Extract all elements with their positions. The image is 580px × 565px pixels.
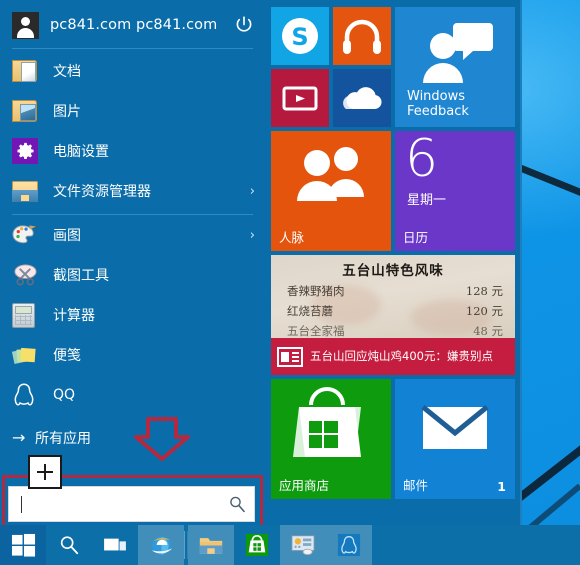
menu-item-snipping-tool[interactable]: 截图工具 [0, 255, 265, 295]
start-menu-items-list: 文档 图片 电脑设置 文件资源管理器 › 画图 › 截图工具 计算器 便笺 QQ [0, 51, 265, 415]
search-magnifier-icon [60, 536, 79, 555]
news-headline-bar: 五台山回应炖山鸡400元：嫌贵别点 [271, 338, 515, 375]
tile-skype[interactable]: S [271, 7, 329, 65]
menu-item-file-explorer[interactable]: 文件资源管理器 › [0, 171, 265, 211]
search-input[interactable] [8, 486, 255, 522]
documents-folder-icon [12, 57, 40, 85]
power-icon[interactable] [233, 14, 255, 36]
taskbar-qq-button[interactable] [326, 525, 372, 565]
menu-item-pc-settings[interactable]: 电脑设置 [0, 131, 265, 171]
task-view-icon [104, 538, 126, 551]
taskbar-internet-explorer-button[interactable] [138, 525, 184, 565]
paint-palette-icon [12, 221, 40, 249]
user-avatar-icon[interactable] [12, 11, 39, 39]
taskbar-control-panel-button[interactable] [280, 525, 326, 565]
calendar-day-number: 6 [405, 131, 439, 189]
settings-gear-icon [12, 137, 40, 165]
chevron-right-icon: › [249, 227, 255, 243]
menu-item-label: 图片 [53, 104, 81, 120]
sticky-notes-icon [11, 341, 40, 369]
news-headline-text: 五台山回应炖山鸡400元：嫌贵别点 [310, 349, 493, 364]
tile-label: 应用商店 [279, 478, 330, 493]
menu-item-documents[interactable]: 文档 [0, 51, 265, 91]
internet-explorer-icon [151, 535, 172, 555]
skype-icon: S [282, 18, 318, 54]
menu-item-label: 文件资源管理器 [53, 184, 151, 200]
user-name-label: pc841.com pc841.com [50, 17, 218, 33]
tile-music[interactable] [333, 7, 391, 65]
menu-item-label: QQ [53, 387, 76, 403]
tile-mail[interactable]: 邮件 1 [395, 379, 515, 499]
start-menu-left-pane: pc841.com pc841.com 文档 图片 电脑设置 文件资源管理器 ›… [0, 0, 265, 534]
video-play-icon [282, 86, 318, 111]
news-menu-row: 红烧苔蘑 120 元 [287, 304, 503, 318]
start-menu-tiles-pane: S Windows Feedback 人脉 6 星期一 日历 五台山特色风味 香… [265, 0, 522, 534]
taskbar-task-view-button[interactable] [92, 525, 138, 565]
people-icon [297, 147, 364, 201]
windows-store-bag-icon [245, 533, 269, 557]
tile-calendar[interactable]: 6 星期一 日历 [395, 131, 515, 251]
tile-news[interactable]: 五台山特色风味 香辣野猪肉 128 元 红烧苔蘑 120 元 五台全家福 48 … [271, 255, 515, 375]
all-apps-button[interactable]: → 所有应用 [0, 423, 265, 453]
text-caret [21, 495, 22, 513]
crosshair-cursor [28, 455, 62, 489]
taskbar [0, 525, 580, 565]
headphones-music-icon [343, 19, 381, 54]
header-divider [12, 48, 253, 49]
tile-label: Windows Feedback [407, 88, 469, 120]
news-menu-row: 五台全家福 48 元 [287, 324, 503, 338]
taskbar-start-button[interactable] [0, 525, 46, 565]
tile-windows-feedback[interactable]: Windows Feedback [395, 7, 515, 127]
calculator-icon [12, 301, 40, 329]
chevron-right-icon: › [249, 183, 255, 199]
news-menu-row: 香辣野猪肉 128 元 [287, 284, 503, 298]
menu-item-label: 画图 [53, 228, 81, 244]
user-account-row[interactable]: pc841.com pc841.com [0, 0, 265, 44]
menu-item-qq[interactable]: QQ [0, 375, 265, 415]
taskbar-store-button[interactable] [234, 525, 280, 565]
menu-item-label: 电脑设置 [53, 144, 109, 160]
taskbar-file-explorer-button[interactable] [188, 525, 234, 565]
menu-item-calculator[interactable]: 计算器 [0, 295, 265, 335]
mail-unread-badge: 1 [497, 479, 506, 494]
qq-penguin-icon [337, 533, 361, 557]
menu-item-paint[interactable]: 画图 › [0, 215, 265, 255]
tile-label: 人脉 [279, 230, 305, 245]
menu-item-pictures[interactable]: 图片 [0, 91, 265, 131]
snipping-tool-icon [12, 261, 40, 289]
file-explorer-icon [12, 177, 40, 205]
menu-item-sticky-notes[interactable]: 便笺 [0, 335, 265, 375]
menu-item-label: 文档 [53, 64, 81, 80]
start-menu-panel: pc841.com pc841.com 文档 图片 电脑设置 文件资源管理器 ›… [0, 0, 522, 534]
all-apps-label: 所有应用 [35, 431, 91, 447]
tile-video[interactable] [271, 69, 329, 127]
news-menu-title: 五台山特色风味 [342, 263, 444, 279]
search-magnifier-icon[interactable] [228, 495, 246, 513]
menu-item-label: 计算器 [53, 308, 95, 324]
tile-label: 日历 [403, 230, 429, 245]
pictures-folder-icon [12, 97, 40, 125]
tile-store[interactable]: 应用商店 [271, 379, 391, 499]
tile-onedrive[interactable] [333, 69, 391, 127]
calendar-weekday: 星期一 [407, 193, 447, 208]
arrow-right-icon: → [12, 428, 26, 447]
file-explorer-icon [199, 537, 223, 554]
onedrive-cloud-icon [343, 87, 382, 109]
news-article-icon [277, 346, 303, 368]
qq-penguin-icon [12, 381, 40, 409]
windows-logo-icon [11, 533, 35, 557]
taskbar-search-button[interactable] [46, 525, 92, 565]
control-panel-icon [291, 535, 315, 556]
svg-text:S: S [291, 23, 308, 51]
tile-people[interactable]: 人脉 [271, 131, 391, 251]
news-photo: 五台山特色风味 香辣野猪肉 128 元 红烧苔蘑 120 元 五台全家福 48 … [271, 255, 515, 338]
menu-item-label: 便笺 [53, 348, 81, 364]
menu-item-label: 截图工具 [53, 268, 109, 284]
tile-label: 邮件 [403, 478, 429, 493]
